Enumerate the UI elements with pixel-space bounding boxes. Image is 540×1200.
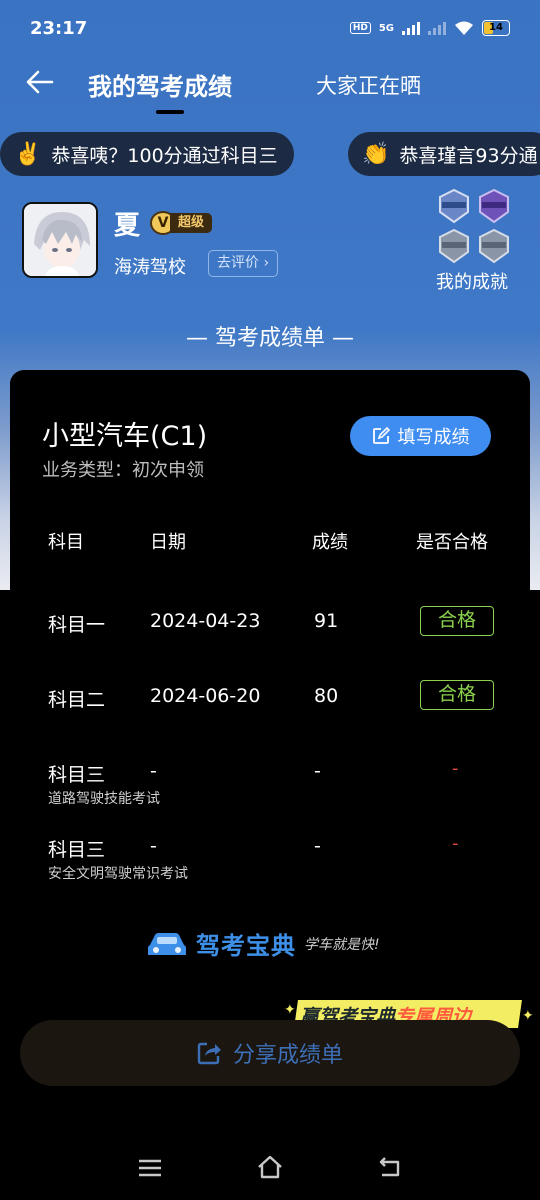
tab-everyone-sharing[interactable]: 大家正在晒 (316, 70, 421, 100)
tab-my-scores[interactable]: 我的驾考成绩 (88, 67, 232, 102)
row-subject: 科目三 (48, 839, 106, 861)
header-score: 成绩 (312, 532, 348, 553)
row-date: - (150, 835, 157, 857)
ticker-text: 恭喜咦？100分通过科目三 (51, 144, 278, 167)
sparkle-icon: ✦ (284, 1002, 296, 1018)
battery-icon: 14 (482, 20, 510, 36)
row-date: 2024-04-23 (150, 610, 261, 632)
share-scores-button[interactable]: 分享成绩单 (20, 1020, 520, 1086)
back-icon[interactable] (376, 1156, 402, 1178)
rate-label: 去评价 (217, 255, 259, 271)
avatar-illustration (24, 204, 96, 276)
driving-school-name: 海涛驾校 (114, 257, 186, 278)
logo-text: 驾考宝典 (196, 932, 296, 960)
signal-2-icon (428, 21, 446, 35)
signal-icon (402, 21, 420, 35)
row-subject: 科目三 (48, 764, 106, 786)
ticker-item: ✌️ 恭喜咦？100分通过科目三 (0, 132, 294, 176)
medal-badge-icon (439, 188, 469, 224)
status-time: 23:17 (30, 18, 88, 39)
achievement-badges[interactable] (434, 186, 514, 266)
system-nav-bar (0, 1140, 540, 1200)
network-label: 5G (378, 22, 394, 34)
fill-score-button[interactable]: 填写成绩 (350, 416, 491, 456)
share-icon (197, 1042, 221, 1065)
medal-badge-icon (479, 228, 509, 264)
fill-score-label: 填写成绩 (397, 427, 470, 448)
row-subject: 科目二 (48, 689, 106, 711)
business-type: 业务类型：初次申领 (42, 460, 204, 481)
report-title: — 驾考成绩单 — (186, 326, 354, 351)
car-logo-icon (148, 932, 186, 955)
logo-slogan: 学车就是快! (304, 936, 380, 953)
status-bar: 23:17 HD 5G 14 (0, 0, 540, 58)
header-pass: 是否合格 (416, 532, 488, 553)
app-logo: 驾考宝典 学车就是快! (146, 926, 380, 961)
status-icons: HD 5G 14 (349, 20, 510, 36)
battery-level: 14 (489, 22, 503, 33)
medal-badge-icon (479, 188, 509, 224)
row-status: - (452, 833, 459, 854)
pass-badge: 合格 (420, 680, 494, 710)
rate-school-button[interactable]: 去评价 › (208, 250, 279, 277)
back-arrow-icon[interactable] (24, 66, 56, 98)
chevron-right-icon: › (263, 255, 270, 271)
share-label: 分享成绩单 (232, 1043, 343, 1068)
menu-icon[interactable] (138, 1158, 162, 1178)
row-date: - (150, 760, 157, 782)
active-tab-indicator (156, 110, 184, 114)
row-score: - (314, 835, 321, 857)
user-name: 夏 (114, 211, 141, 241)
row-subject: 科目一 (48, 614, 106, 636)
row-status: - (452, 758, 459, 779)
row-subject-detail: 道路驾驶技能考试 (48, 791, 160, 807)
clapping-hands-icon: 👏 (362, 141, 390, 167)
header-date: 日期 (150, 532, 186, 553)
pass-badge: 合格 (420, 606, 494, 636)
score-card: 小型汽车(C1) 业务类型：初次申领 填写成绩 科目 日期 成绩 是否合格 科目… (10, 370, 530, 986)
row-subject-detail: 安全文明驾驶常识考试 (48, 866, 188, 882)
car-type: 小型汽车(C1) (42, 421, 208, 452)
sparkle-icon: ✦ (522, 1008, 534, 1024)
row-score: - (314, 760, 321, 782)
edit-icon (372, 427, 390, 444)
wifi-icon (455, 21, 473, 35)
victory-hand-icon: ✌️ (14, 141, 42, 167)
row-score: 91 (314, 610, 339, 632)
row-date: 2024-06-20 (150, 685, 261, 707)
my-achievements-label[interactable]: 我的成就 (436, 268, 508, 294)
ticker-text: 恭喜瑾言93分通 (399, 144, 538, 167)
vip-badge[interactable]: V 超级 (150, 211, 213, 235)
ticker-item: 👏 恭喜瑾言93分通 (348, 132, 540, 176)
hd-icon: HD (349, 22, 371, 34)
medal-badge-icon (439, 228, 469, 264)
home-icon[interactable] (256, 1154, 284, 1180)
header-subject: 科目 (48, 532, 84, 553)
congrats-ticker: ✌️ 恭喜咦？100分通过科目三 👏 恭喜瑾言93分通 (0, 132, 540, 176)
row-score: 80 (314, 685, 339, 707)
avatar[interactable] (22, 202, 98, 278)
vip-label: 超级 (170, 213, 213, 233)
top-nav: 我的驾考成绩 大家正在晒 (0, 58, 540, 116)
